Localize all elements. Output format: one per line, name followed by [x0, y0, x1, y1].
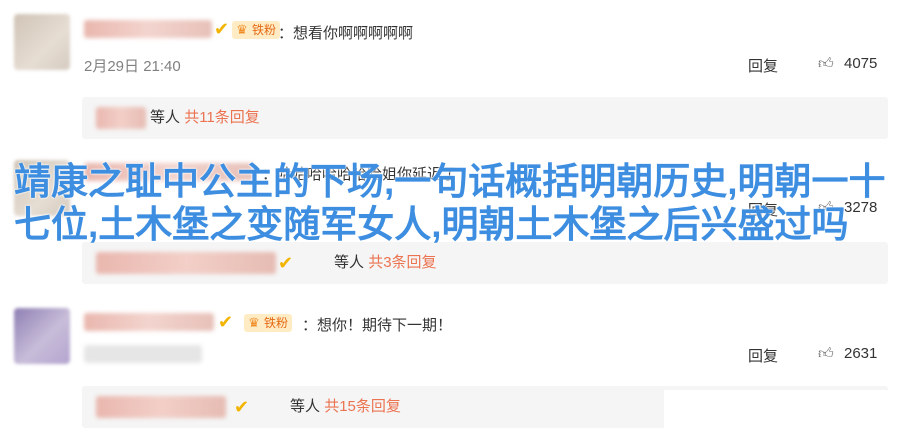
like-button[interactable]: 👍︎ 4075 [818, 55, 877, 73]
like-button[interactable]: 👍︎ 2631 [818, 345, 877, 363]
verified-icon: ✔ [278, 253, 294, 273]
reply-summary-text: 等人 共15条回复 [290, 396, 401, 418]
reply-avatars [96, 396, 226, 418]
avatar[interactable] [14, 14, 70, 70]
comment-text: ：想你！期待下一期！ [302, 317, 453, 334]
fan-badge: ♛ 铁粉 [244, 314, 293, 332]
reply-count-link[interactable]: 共15条回复 [324, 398, 401, 415]
reply-prefix: 等人 [290, 398, 321, 415]
comment-time: 2月29日 21:40 [84, 58, 181, 75]
overlay-title: 靖康之耻中公主的下场,一句话概括明朝历史,明朝一十七位,土木堡之变随军女人,明朝… [14, 161, 886, 245]
reply-button[interactable]: 回复 [748, 55, 778, 76]
reply-count-link[interactable]: 共3条回复 [368, 254, 436, 271]
reply-summary-text: 等人 共11条回复 [150, 107, 260, 129]
reply-summary[interactable]: ✔ 等人 共3条回复 [82, 242, 888, 284]
reply-summary[interactable]: 等人 共11条回复 [82, 97, 888, 139]
comment-time [84, 345, 202, 363]
verified-icon: ✔ [214, 19, 230, 39]
thumbs-up-icon: 👍︎ [818, 345, 834, 362]
comment-text: ：想看你啊啊啊啊啊 [278, 25, 414, 42]
reply-avatars [96, 252, 276, 274]
reply-prefix: 等人 [150, 109, 181, 126]
reply-avatars [96, 107, 146, 129]
thumbs-up-icon: 👍︎ [818, 55, 834, 72]
verified-icon: ✔ [234, 397, 250, 417]
username[interactable] [84, 313, 214, 331]
reply-count-link[interactable]: 共11条回复 [184, 109, 260, 126]
reply-prefix: 等人 [334, 254, 365, 271]
avatar[interactable] [14, 308, 70, 364]
like-count: 4075 [844, 55, 878, 72]
fan-badge-label: 铁粉 [252, 23, 277, 37]
crown-icon: ♛ [236, 22, 248, 37]
fan-badge: ♛ 铁粉 [232, 21, 281, 39]
verified-icon: ✔ [218, 312, 234, 332]
crown-icon: ♛ [248, 315, 260, 330]
blank-area [664, 390, 916, 441]
reply-summary-text: 等人 共3条回复 [334, 252, 437, 274]
reply-button[interactable]: 回复 [748, 345, 778, 366]
username[interactable] [84, 20, 212, 38]
fan-badge-label: 铁粉 [264, 316, 289, 330]
like-count: 2631 [844, 345, 878, 362]
